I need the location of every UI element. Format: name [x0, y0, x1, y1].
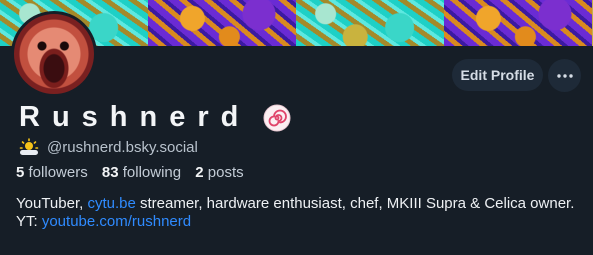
bio-line: YouTuber, cytu.be streamer, hardware ent… [16, 195, 575, 212]
profile-bio: YouTuber, cytu.be streamer, hardware ent… [16, 195, 586, 231]
banner-tile [296, 0, 444, 46]
following-stat[interactable]: 83 following [102, 164, 181, 181]
posts-stat: 2 posts [195, 164, 244, 181]
bio-link-youtube[interactable]: youtube.com/rushnerd [42, 213, 191, 230]
avatar[interactable] [11, 11, 97, 97]
naruto-fishcake-icon [263, 104, 291, 132]
followers-stat[interactable]: 5 followers [16, 164, 88, 181]
handle-row: @rushnerd.bsky.social [19, 137, 198, 157]
ellipsis-icon [556, 73, 573, 78]
banner-tile [148, 0, 296, 46]
edit-profile-button[interactable]: Edit Profile [452, 59, 543, 91]
profile-handle: @rushnerd.bsky.social [47, 138, 198, 156]
bio-line: YT: youtube.com/rushnerd [16, 213, 192, 230]
sun-behind-small-cloud-icon [19, 138, 39, 155]
display-name: Rushnerd [19, 101, 251, 133]
profile-stats: 5 followers 83 following 2 posts [16, 164, 244, 181]
bio-link-cytube[interactable]: cytu.be [87, 195, 135, 212]
banner-tile [444, 0, 592, 46]
more-options-button[interactable] [548, 59, 581, 92]
